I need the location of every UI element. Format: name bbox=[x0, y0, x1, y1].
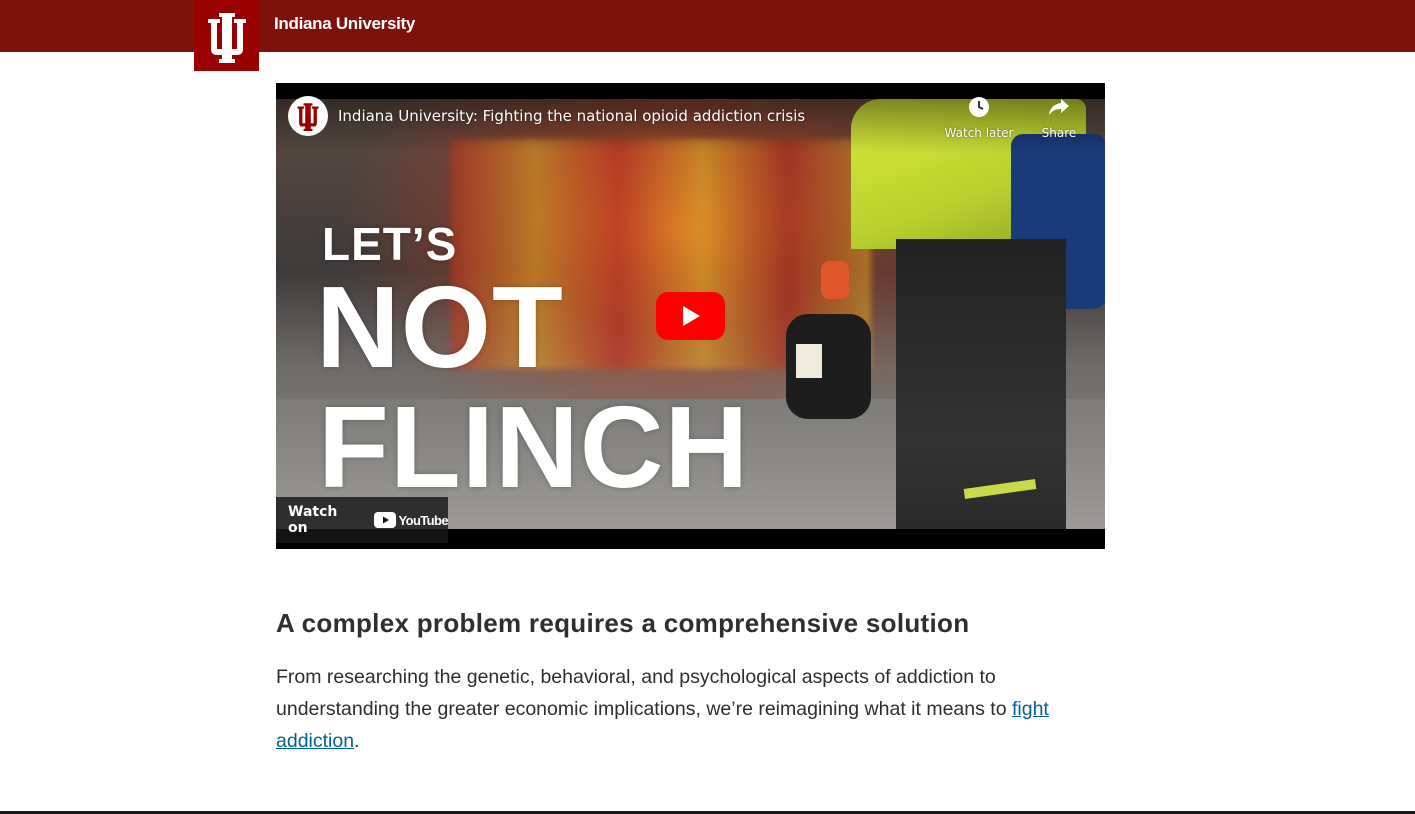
youtube-logo: YouTube bbox=[373, 512, 449, 528]
youtube-video-embed[interactable]: LET’S NOT FLINCH Indiana University: Fig… bbox=[276, 83, 1105, 549]
watch-on-youtube-button[interactable]: Watch on YouTube bbox=[276, 497, 449, 543]
channel-avatar[interactable] bbox=[288, 96, 328, 136]
share-label: Share bbox=[1041, 126, 1077, 140]
play-icon bbox=[682, 306, 700, 326]
slogan-line-2: NOT bbox=[316, 262, 564, 392]
watch-later-label: Watch later bbox=[944, 126, 1014, 140]
paragraph-text: From researching the genetic, behavioral… bbox=[276, 666, 1012, 720]
iu-trident-icon bbox=[207, 12, 246, 63]
watch-on-label: Watch on bbox=[288, 504, 338, 536]
youtube-wordmark: YouTube bbox=[398, 512, 449, 528]
iu-trident-icon bbox=[297, 103, 319, 131]
play-button[interactable] bbox=[656, 292, 725, 340]
paragraph-end: . bbox=[354, 730, 360, 752]
clock-icon bbox=[969, 97, 989, 117]
slogan-line-3: FLINCH bbox=[318, 382, 750, 512]
video-title[interactable]: Indiana University: Fighting the nationa… bbox=[338, 107, 805, 125]
share-arrow-icon bbox=[1049, 99, 1069, 115]
slogan-line-1: LET’S bbox=[322, 218, 458, 270]
aed-case bbox=[786, 314, 871, 419]
watch-later-button[interactable]: Watch later bbox=[939, 95, 1019, 140]
share-button[interactable]: Share bbox=[1019, 95, 1099, 140]
iu-logo[interactable] bbox=[194, 0, 259, 71]
section-paragraph: From researching the genetic, behavioral… bbox=[276, 661, 1076, 757]
youtube-play-icon bbox=[373, 512, 396, 528]
section-heading: A complex problem requires a comprehensi… bbox=[276, 608, 970, 638]
video-header: Indiana University: Fighting the nationa… bbox=[276, 83, 1105, 153]
first-responder-figure bbox=[786, 99, 1105, 529]
brand-name[interactable]: Indiana University bbox=[274, 14, 415, 34]
